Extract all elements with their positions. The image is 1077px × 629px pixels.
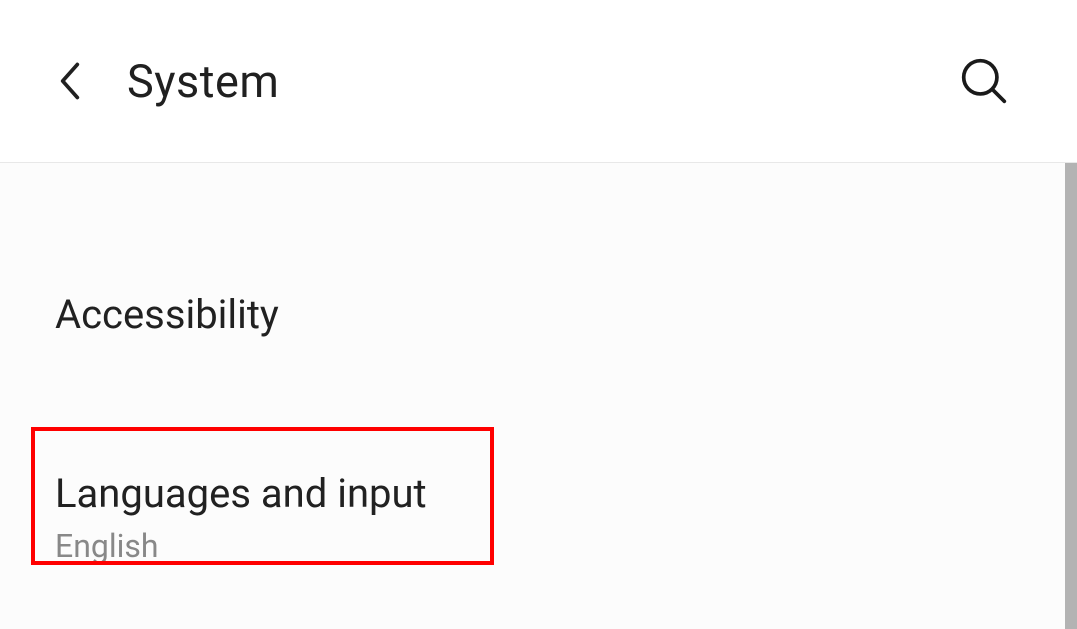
back-button[interactable] <box>55 57 85 105</box>
list-item-accessibility[interactable]: Accessibility <box>55 291 1022 362</box>
settings-list: Accessibility Languages and input Englis… <box>0 163 1077 629</box>
list-item-languages[interactable]: Languages and input English <box>55 470 1022 589</box>
item-title: Languages and input <box>55 470 1022 517</box>
header: System <box>0 0 1077 163</box>
scrollbar[interactable] <box>1065 163 1077 629</box>
search-icon <box>960 57 1008 105</box>
spacer <box>55 362 1022 470</box>
page-title: System <box>127 55 279 108</box>
item-subtitle: English <box>55 527 1022 565</box>
search-button[interactable] <box>958 55 1010 107</box>
chevron-left-icon <box>59 61 81 101</box>
item-title: Accessibility <box>55 291 1022 338</box>
